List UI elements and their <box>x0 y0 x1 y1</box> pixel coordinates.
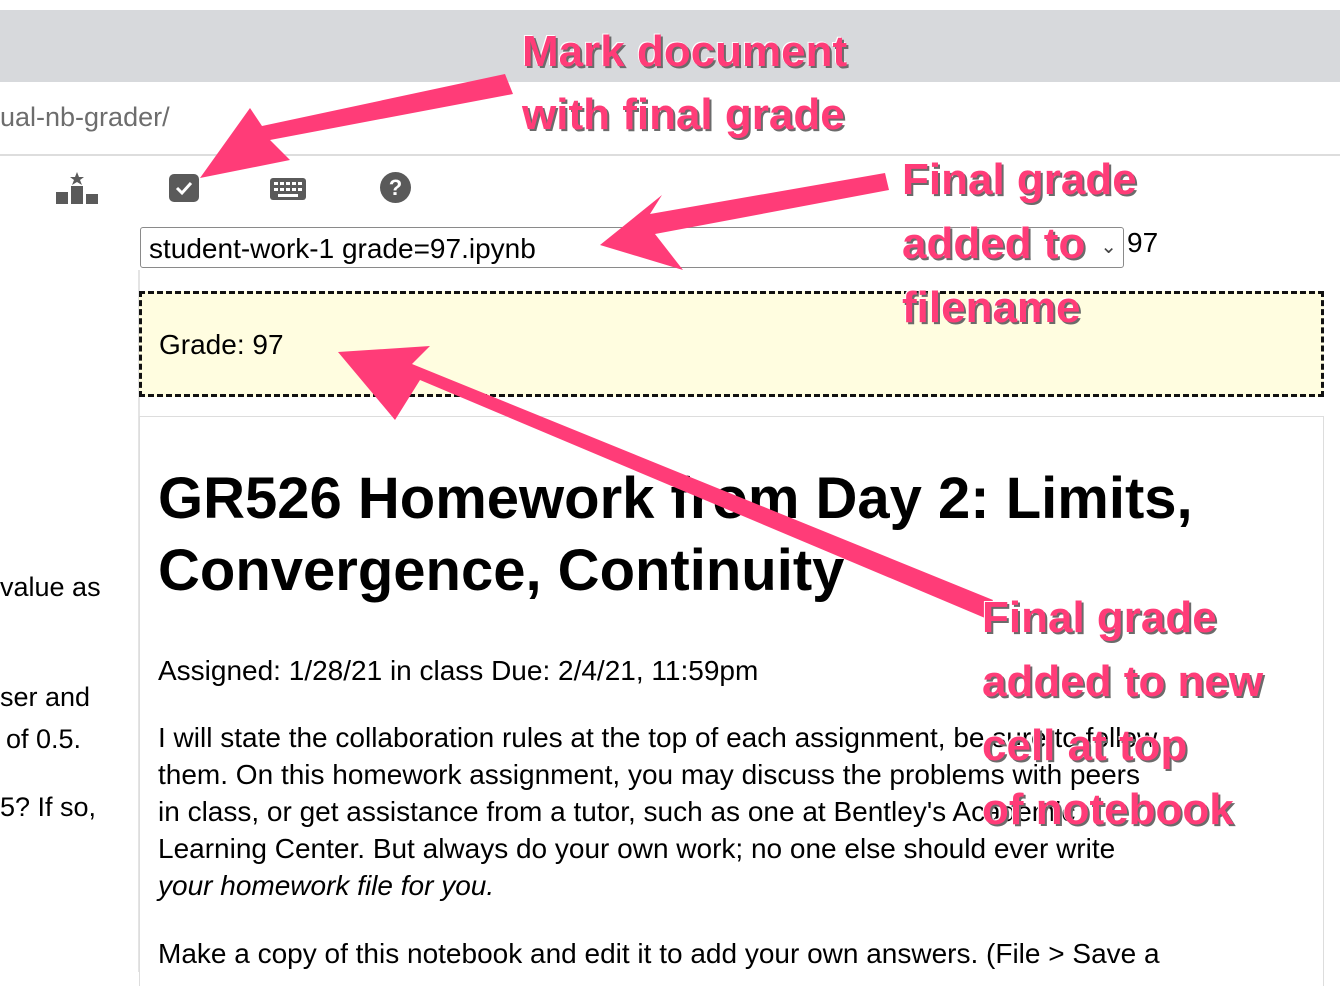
notebook-title: GR526 Homework from Day 2: Limits, Conve… <box>158 466 1193 603</box>
annotation-new-cell-line: Final grade <box>982 593 1217 642</box>
paragraph-line: Learning Center. But always do your own … <box>158 833 1116 864</box>
assigned-line: Assigned: 1/28/21 in class Due: 2/4/21, … <box>158 655 759 686</box>
annotation-filename-line: filename <box>902 283 1081 332</box>
leaderboard-icon[interactable] <box>56 172 98 204</box>
grade-cell[interactable]: Grade: 97 <box>139 291 1324 397</box>
chevron-down-icon: ⌄ <box>1100 236 1117 258</box>
paragraph-line: your homework file for you. <box>158 870 495 901</box>
annotation-mark-document-line: Mark document <box>522 27 848 76</box>
annotation-new-cell-line: cell at top <box>982 721 1188 770</box>
url-text[interactable]: ual-nb-grader/ <box>0 102 170 133</box>
help-icon[interactable]: ? <box>380 172 411 203</box>
left-text-line: value as <box>0 572 101 602</box>
keyboard-icon[interactable] <box>270 178 306 200</box>
paragraph-line: in class, or get assistance from a tutor… <box>158 796 1076 827</box>
left-notebook-pane <box>0 270 140 972</box>
annotation-filename-line: added to <box>902 219 1086 268</box>
file-select-value: student-work-1 grade=97.ipynb <box>149 233 536 264</box>
annotation-filename-line: Final grade <box>902 155 1137 204</box>
copy-instruction-line: Make a copy of this notebook and edit it… <box>158 938 1160 969</box>
left-text-line: ser and <box>0 682 91 712</box>
left-text-line: of 0.5. <box>6 724 82 754</box>
annotation-mark-document-line: with final grade <box>522 90 845 139</box>
annotation-new-cell-line: added to new <box>982 657 1264 706</box>
grade-cell-text: Grade: 97 <box>159 329 284 360</box>
annotation-new-cell-line: of notebook <box>982 785 1234 834</box>
grade-input[interactable]: 97 <box>1127 227 1158 259</box>
left-text-line: 5? If so, <box>0 792 97 822</box>
checkbox-icon[interactable] <box>169 174 199 202</box>
